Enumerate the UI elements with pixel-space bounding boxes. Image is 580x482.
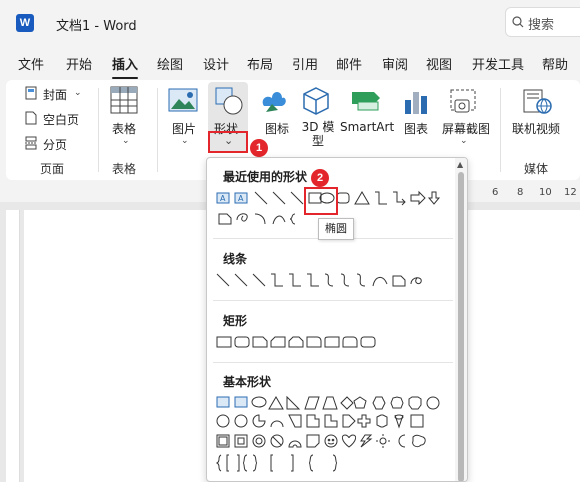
chevron-down-icon: ⌄ bbox=[460, 136, 468, 146]
vertical-ruler bbox=[6, 210, 20, 482]
smartart-icon bbox=[352, 92, 380, 111]
chevron-down-icon: ⌄ bbox=[181, 136, 189, 146]
online-video-label: 联机视频 bbox=[512, 122, 561, 136]
tab-design[interactable]: 设计 bbox=[203, 54, 229, 73]
shapes-dropdown-arrow[interactable]: ⌄ bbox=[214, 132, 242, 150]
smartart-label: SmartArt bbox=[340, 120, 395, 134]
cover-label: 封面 bbox=[43, 88, 68, 102]
screenshot-icon bbox=[450, 89, 476, 113]
chart-label: 图表 bbox=[404, 122, 429, 136]
tab-review[interactable]: 审阅 bbox=[382, 54, 408, 73]
blank-page-label: 空白页 bbox=[43, 113, 80, 127]
chevron-down-icon: ⌄ bbox=[122, 136, 130, 146]
tab-developer[interactable]: 开发工具 bbox=[472, 54, 524, 73]
icons-icon bbox=[262, 92, 286, 112]
svg-text:A: A bbox=[238, 194, 244, 203]
3d-model-label: 3D 模型 bbox=[301, 120, 335, 148]
tab-view[interactable]: 视图 bbox=[426, 54, 452, 73]
3d-cube-icon bbox=[303, 87, 329, 115]
basic-shapes-title: 基本形状 bbox=[223, 375, 272, 389]
search-box[interactable]: 搜索 bbox=[505, 7, 580, 37]
step-badge-2: 2 bbox=[311, 169, 329, 187]
ellipse-shape-button[interactable] bbox=[308, 191, 334, 211]
tab-file[interactable]: 文件 bbox=[18, 54, 44, 73]
section-divider bbox=[213, 300, 453, 301]
chart-icon bbox=[405, 92, 427, 114]
ellipse-tooltip: 椭圆 bbox=[318, 218, 354, 240]
svg-text:A: A bbox=[220, 194, 226, 203]
picture-label: 图片 bbox=[172, 122, 197, 136]
tab-insert[interactable]: 插入 bbox=[112, 54, 139, 79]
shapes-icon bbox=[215, 87, 243, 115]
rectangles-grid[interactable] bbox=[215, 335, 455, 355]
rectangles-title: 矩形 bbox=[223, 314, 248, 328]
ruler-number: 8 bbox=[517, 187, 524, 198]
table-icon bbox=[110, 86, 138, 114]
screenshot-label: 屏幕截图 bbox=[442, 122, 491, 136]
cover-page-icon bbox=[25, 86, 37, 100]
step-badge-1: 1 bbox=[250, 139, 268, 157]
section-divider bbox=[213, 362, 453, 363]
ruler-number: 10 bbox=[539, 187, 552, 198]
recent-shapes-title: 最近使用的形状 bbox=[223, 170, 308, 184]
blank-page-icon bbox=[25, 111, 37, 125]
ruler-number: 6 bbox=[492, 187, 499, 198]
basic-shapes-grid[interactable] bbox=[215, 395, 455, 479]
word-logo-icon: W bbox=[16, 14, 34, 32]
group-separator bbox=[98, 88, 99, 172]
tab-home[interactable]: 开始 bbox=[66, 54, 92, 73]
tab-mailings[interactable]: 邮件 bbox=[336, 54, 362, 73]
tab-references[interactable]: 引用 bbox=[292, 54, 318, 73]
group-separator bbox=[157, 88, 158, 172]
document-title: 文档1 - Word bbox=[56, 19, 137, 34]
online-video-icon bbox=[523, 89, 552, 114]
scroll-thumb[interactable] bbox=[458, 172, 464, 481]
search-label: 搜索 bbox=[528, 18, 555, 33]
tab-layout[interactable]: 布局 bbox=[247, 54, 273, 73]
lines-grid[interactable] bbox=[215, 272, 455, 292]
scroll-up-icon[interactable]: ▲ bbox=[457, 160, 463, 169]
search-icon bbox=[512, 16, 524, 28]
chevron-down-icon: ⌄ bbox=[74, 88, 82, 98]
page-break-icon bbox=[25, 136, 37, 150]
media-group-label: 媒体 bbox=[524, 162, 549, 176]
table-group-label: 表格 bbox=[112, 162, 137, 176]
tab-help[interactable]: 帮助 bbox=[542, 54, 568, 73]
page-break-label: 分页 bbox=[43, 138, 68, 152]
icons-label: 图标 bbox=[265, 122, 290, 136]
table-label: 表格 bbox=[112, 122, 137, 136]
group-separator bbox=[500, 88, 501, 172]
tab-draw[interactable]: 绘图 bbox=[157, 54, 183, 73]
title-bar: W 文档1 - Word 搜索 bbox=[0, 0, 580, 46]
menu-scrollbar[interactable]: ▲ bbox=[455, 158, 467, 481]
ribbon-tabs: 文件 开始 插入 绘图 设计 布局 引用 邮件 审阅 视图 开发工具 帮助 bbox=[0, 48, 580, 79]
pages-group-label: 页面 bbox=[40, 162, 65, 176]
ruler-number: 12 bbox=[564, 187, 577, 198]
lines-title: 线条 bbox=[223, 252, 248, 266]
chevron-down-icon: ⌄ bbox=[224, 134, 234, 147]
picture-icon bbox=[168, 88, 198, 112]
